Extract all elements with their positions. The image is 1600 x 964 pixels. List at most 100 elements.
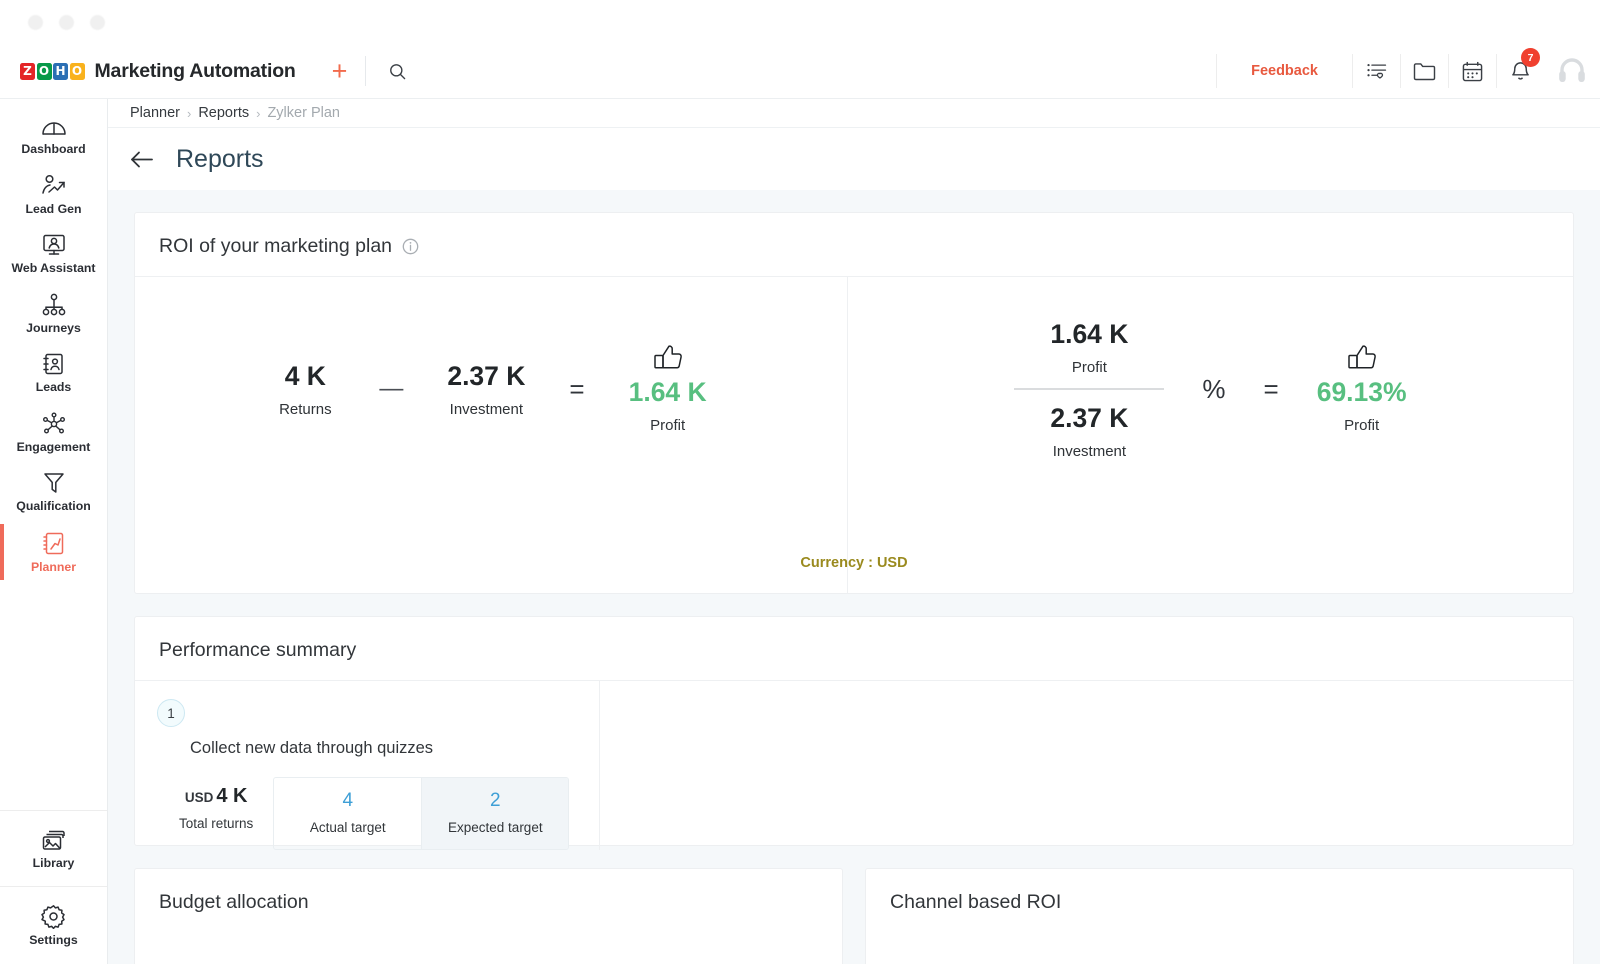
- total-returns-amount: 4 K: [216, 785, 248, 807]
- contact-card-icon: [42, 352, 66, 376]
- roi-fraction-denominator: 2.37 K Investment: [1050, 402, 1128, 460]
- step-number-badge: 1: [157, 699, 185, 727]
- budget-allocation-card: Budget allocation: [134, 868, 843, 964]
- sidebar-item-settings[interactable]: Settings: [0, 886, 107, 964]
- breadcrumb-separator: ›: [186, 105, 192, 121]
- actual-target-value: 4: [342, 790, 354, 811]
- roi-returns: 4 K Returns: [275, 360, 335, 418]
- roi-equals-operator: =: [569, 373, 585, 404]
- breadcrumb-item-current: Zylker Plan: [267, 105, 340, 121]
- roi-absolute-formula: 4 K Returns — 2.37 K Investment = 1.64 K…: [135, 277, 848, 593]
- sidebar-item-label: Web Assistant: [11, 261, 96, 276]
- thumbs-up-icon: [1346, 344, 1378, 372]
- performance-metrics: USD 4 K Total returns 4 Actual target 2 …: [157, 777, 599, 850]
- performance-summary-title: Performance summary: [159, 639, 357, 661]
- roi-percentage-formula: 1.64 K Profit 2.37 K Investment % = 69.1…: [848, 277, 1573, 593]
- window-maximize-button[interactable]: [90, 14, 105, 30]
- app-header-actions: Feedback 7: [1216, 44, 1600, 99]
- performance-summary-body: 1 Collect new data through quizzes USD 4 …: [135, 680, 1573, 850]
- total-returns: USD 4 K Total returns: [157, 777, 273, 831]
- sidebar-item-label: Planner: [30, 559, 77, 574]
- roi-fraction-numerator: 1.64 K Profit: [1050, 318, 1128, 376]
- feedback-button[interactable]: Feedback: [1216, 54, 1352, 88]
- sidebar-item-journeys[interactable]: Journeys: [0, 284, 107, 344]
- sidebar-item-dashboard[interactable]: Dashboard: [0, 107, 107, 165]
- list-heart-icon[interactable]: [1352, 54, 1400, 88]
- info-icon[interactable]: [402, 238, 419, 255]
- roi-fraction-numerator-value: 1.64 K: [1050, 318, 1129, 349]
- expected-target-value: 2: [490, 790, 501, 811]
- breadcrumb: Planner › Reports › Zylker Plan: [108, 99, 1600, 128]
- logo-letter-h: H: [53, 62, 68, 80]
- bell-icon[interactable]: 7: [1496, 48, 1544, 88]
- budget-allocation-title: Budget allocation: [159, 891, 309, 913]
- roi-fraction-numerator-label: Profit: [1071, 359, 1107, 376]
- roi-fraction-denominator-value: 2.37 K: [1050, 403, 1129, 433]
- sidebar-item-web-assistant[interactable]: Web Assistant: [0, 224, 107, 284]
- task-name: Collect new data through quizzes: [190, 739, 434, 757]
- sidebar-item-label: Engagement: [16, 439, 91, 454]
- roi-percent-result: 69.13% Profit: [1317, 344, 1407, 434]
- total-returns-label: Total returns: [179, 816, 254, 831]
- scroll-area[interactable]: ROI of your marketing plan 4 K Returns —…: [108, 190, 1600, 964]
- roi-percent-value: 69.13%: [1316, 376, 1407, 407]
- calendar-icon[interactable]: [1448, 54, 1496, 88]
- search-icon[interactable]: [376, 62, 419, 81]
- images-icon: [41, 828, 67, 852]
- currency-note: Currency : USD: [800, 555, 908, 571]
- network-burst-icon: [41, 412, 67, 436]
- headset-icon[interactable]: [1544, 44, 1600, 99]
- expected-target-tile[interactable]: 2 Expected target: [421, 778, 569, 849]
- monitor-user-icon: [41, 233, 67, 257]
- total-returns-value: USD 4 K: [185, 785, 248, 808]
- channel-based-roi-title: Channel based ROI: [890, 891, 1062, 913]
- add-button[interactable]: +: [324, 57, 356, 85]
- product-name: Marketing Automation: [94, 59, 296, 82]
- roi-fraction: 1.64 K Profit 2.37 K Investment: [1014, 318, 1165, 460]
- performance-row: 1 Collect new data through quizzes USD 4 …: [135, 681, 600, 850]
- actual-target-label: Actual target: [309, 820, 386, 835]
- sidebar-item-label: Journeys: [26, 320, 81, 335]
- sidebar-item-leads[interactable]: Leads: [0, 343, 107, 403]
- window-minimize-button[interactable]: [59, 14, 74, 30]
- zoho-logo-icon: Z O H O: [20, 62, 85, 80]
- sidebar-item-qualification[interactable]: Qualification: [0, 462, 107, 522]
- sidebar-item-lead-gen[interactable]: Lead Gen: [0, 165, 107, 225]
- sidebar-item-engagement[interactable]: Engagement: [0, 403, 107, 463]
- breadcrumb-item-reports[interactable]: Reports: [198, 105, 249, 121]
- arrow-left-icon[interactable]: [130, 151, 154, 168]
- page-title: Reports: [176, 144, 264, 173]
- roi-returns-value: 4 K: [284, 360, 326, 391]
- window-controls: [28, 14, 105, 30]
- lead-growth-icon: [40, 174, 68, 198]
- roi-minus-operator: —: [379, 375, 404, 402]
- window-close-button[interactable]: [28, 14, 43, 30]
- expected-target-label: Expected target: [448, 820, 543, 835]
- roi-card-title: ROI of your marketing plan: [159, 235, 393, 257]
- window-titlebar: [0, 0, 1600, 44]
- roi-percent-equals-operator: =: [1263, 373, 1279, 404]
- roi-investment: 2.37 K Investment: [447, 360, 525, 418]
- roi-card-body: 4 K Returns — 2.37 K Investment = 1.64 K…: [135, 276, 1573, 593]
- channel-based-roi-card: Channel based ROI: [865, 868, 1574, 964]
- roi-card: ROI of your marketing plan 4 K Returns —…: [134, 212, 1574, 594]
- folder-icon[interactable]: [1400, 54, 1448, 88]
- funnel-icon: [42, 471, 66, 495]
- sidebar-item-label: Lead Gen: [25, 201, 82, 216]
- roi-investment-label: Investment: [449, 401, 524, 419]
- sidebar-item-library[interactable]: Library: [0, 811, 107, 887]
- fraction-divider: [1014, 388, 1165, 390]
- roi-percent-label: Profit: [1344, 417, 1380, 435]
- roi-fraction-denominator-label: Investment: [1052, 443, 1127, 461]
- breadcrumb-item-planner[interactable]: Planner: [130, 105, 180, 121]
- breadcrumb-separator: ›: [256, 105, 261, 121]
- performance-summary-card: Performance summary 1 Collect new data t…: [134, 616, 1574, 850]
- brand[interactable]: Z O H O Marketing Automation: [0, 60, 296, 83]
- actual-target-tile[interactable]: 4 Actual target: [274, 778, 421, 849]
- roi-investment-value: 2.37 K: [447, 360, 526, 391]
- roi-profit-amount: 1.64 K Profit: [629, 344, 707, 434]
- header-divider: [365, 56, 367, 86]
- sidebar-item-planner[interactable]: Planner: [0, 522, 107, 583]
- sidebar-primary-nav: Dashboard Lead Gen Web Assistant Journey…: [0, 99, 107, 582]
- sidebar-item-label: Qualification: [16, 499, 91, 514]
